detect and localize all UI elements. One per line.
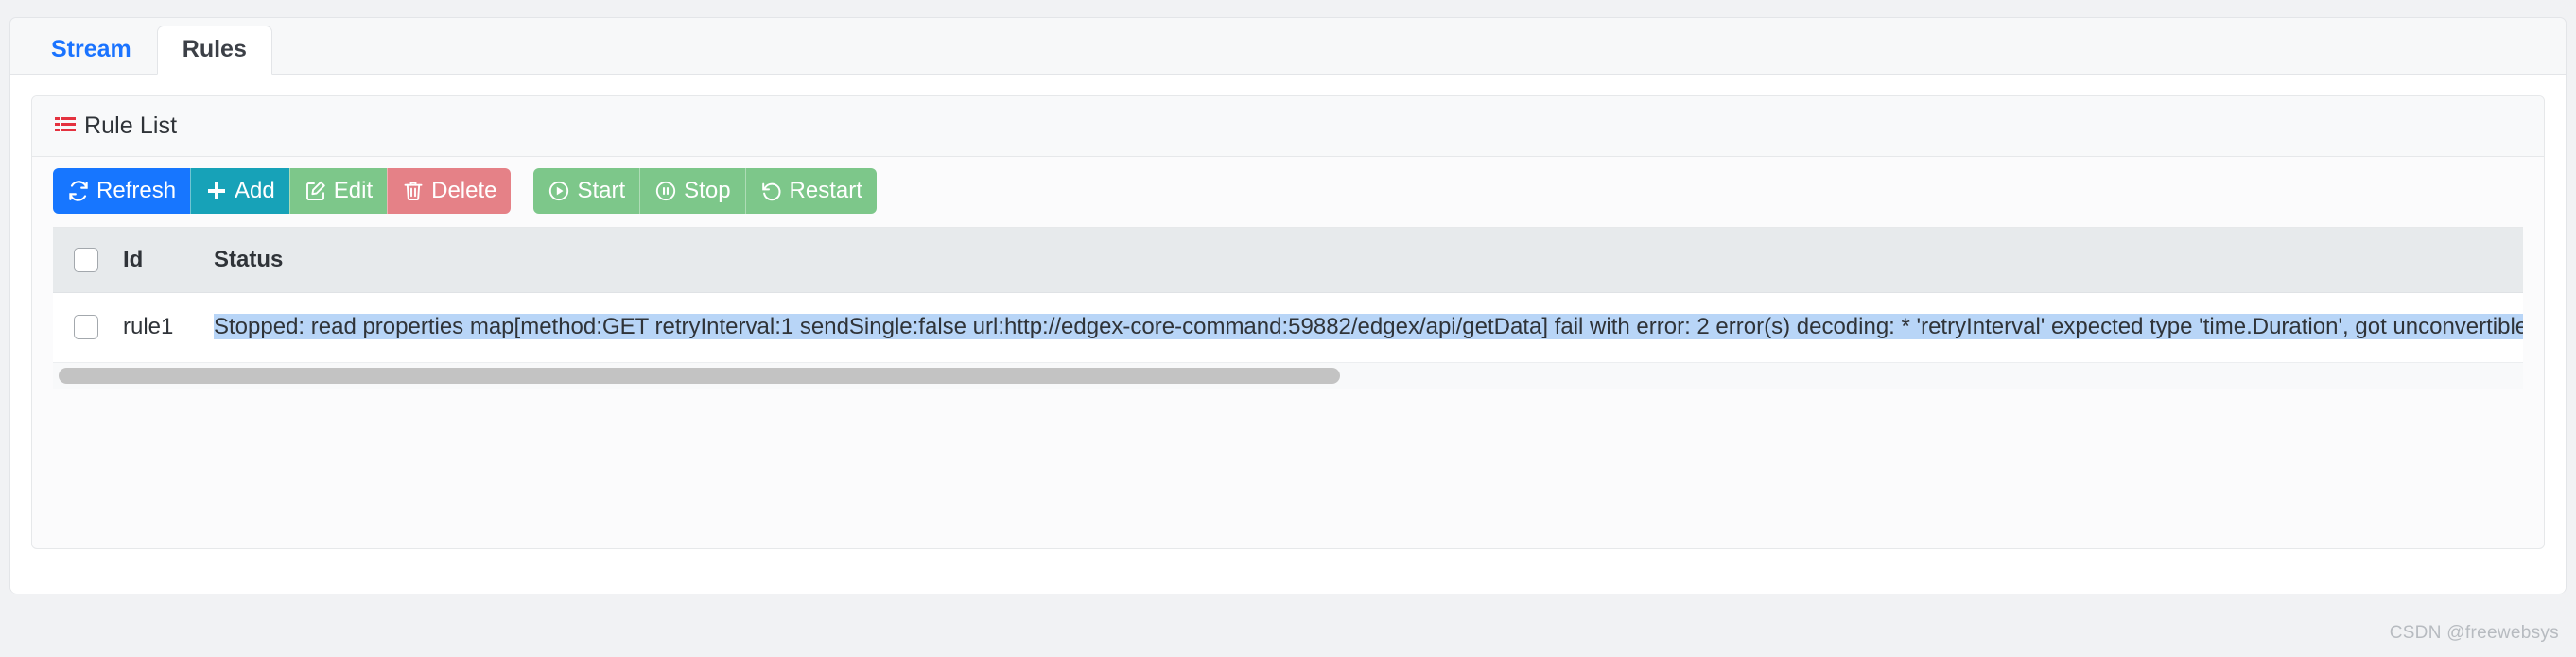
horizontal-scrollbar[interactable] bbox=[53, 362, 2523, 389]
rule-list-header: Rule List bbox=[32, 96, 2544, 157]
row-checkbox[interactable] bbox=[74, 315, 98, 340]
refresh-icon bbox=[67, 180, 90, 202]
start-button-label: Start bbox=[577, 178, 626, 203]
delete-button[interactable]: Delete bbox=[387, 168, 512, 214]
delete-button-label: Delete bbox=[431, 178, 497, 203]
restart-icon bbox=[760, 180, 783, 202]
page-root: Stream Rules Rule List Refresh Add Edit … bbox=[0, 0, 2576, 657]
rule-toolbar: Refresh Add Edit Delete Start Stop Resta… bbox=[32, 157, 2544, 227]
rule-table-head: Id Status bbox=[53, 228, 2523, 293]
rule-table-container: Id Status rule1 Stopped: read properties… bbox=[53, 227, 2523, 362]
refresh-button-label: Refresh bbox=[96, 178, 177, 203]
table-header-row: Id Status bbox=[53, 228, 2523, 293]
rule-table-body: rule1 Stopped: read properties map[metho… bbox=[53, 292, 2523, 362]
edit-button[interactable]: Edit bbox=[288, 168, 388, 214]
row-select-cell bbox=[53, 292, 123, 362]
panel-title-text: Rule List bbox=[84, 112, 178, 139]
stop-button-label: Stop bbox=[684, 178, 731, 203]
edit-button-label: Edit bbox=[333, 178, 374, 203]
horizontal-scrollbar-thumb[interactable] bbox=[59, 368, 1340, 384]
list-icon bbox=[55, 115, 76, 136]
play-circle-icon bbox=[548, 180, 570, 202]
table-row[interactable]: rule1 Stopped: read properties map[metho… bbox=[53, 292, 2523, 362]
restart-button[interactable]: Restart bbox=[744, 168, 877, 214]
rule-list-panel: Rule List Refresh Add Edit Delete Start … bbox=[31, 95, 2545, 549]
trash-icon bbox=[402, 180, 425, 202]
cell-rule-status: Stopped: read properties map[method:GET … bbox=[214, 292, 2523, 362]
plus-icon bbox=[205, 180, 228, 202]
rule-table: Id Status rule1 Stopped: read properties… bbox=[53, 228, 2523, 362]
select-all-checkbox[interactable] bbox=[74, 247, 98, 272]
lifecycle-button-group: Start Stop Restart bbox=[533, 168, 877, 214]
status-text: Stopped: read properties map[method:GET … bbox=[214, 314, 2523, 340]
panel-title-row: Rule List bbox=[55, 112, 177, 140]
select-all-header bbox=[53, 228, 123, 293]
pause-circle-icon bbox=[654, 180, 677, 202]
stop-button[interactable]: Stop bbox=[639, 168, 745, 214]
add-button-label: Add bbox=[235, 178, 275, 203]
pencil-square-icon bbox=[305, 180, 327, 202]
column-header-id[interactable]: Id bbox=[123, 228, 214, 293]
rules-tab-card: Stream Rules Rule List Refresh Add Edit … bbox=[9, 17, 2567, 594]
tab-rules[interactable]: Rules bbox=[156, 26, 272, 75]
cell-rule-id: rule1 bbox=[123, 292, 214, 362]
restart-button-label: Restart bbox=[789, 178, 862, 203]
start-button[interactable]: Start bbox=[533, 168, 640, 214]
add-button[interactable]: Add bbox=[190, 168, 289, 214]
watermark: CSDN @freewebsys bbox=[2389, 623, 2559, 643]
crud-button-group: Refresh Add Edit Delete bbox=[53, 168, 512, 214]
column-header-status[interactable]: Status bbox=[214, 228, 2523, 293]
refresh-button[interactable]: Refresh bbox=[53, 168, 191, 214]
tab-panel-rules: Rule List Refresh Add Edit Delete Start … bbox=[10, 75, 2566, 594]
tab-strip: Stream Rules bbox=[10, 18, 2566, 75]
tab-stream[interactable]: Stream bbox=[26, 26, 157, 75]
